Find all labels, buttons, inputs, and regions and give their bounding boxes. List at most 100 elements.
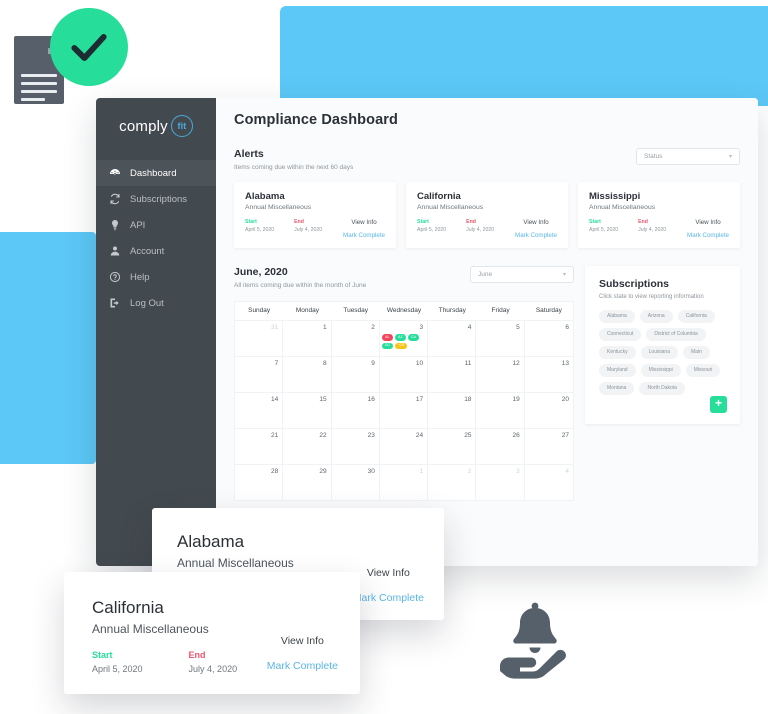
- calendar-day-cell[interactable]: 1: [283, 320, 332, 356]
- view-info-link[interactable]: View Info: [515, 219, 557, 226]
- subscription-state-chip[interactable]: Louisiana: [640, 346, 678, 359]
- calendar-day-cell[interactable]: 31: [235, 320, 284, 356]
- alert-card[interactable]: California Annual Miscellaneous Start April…: [406, 182, 568, 248]
- calendar-day-cell[interactable]: 14: [235, 392, 284, 428]
- calendar-day-cell[interactable]: 16: [331, 392, 380, 428]
- calendar-weekday-header: Sunday Monday Tuesday Wednesday Thursday Frid…: [235, 302, 573, 320]
- subscription-state-chip[interactable]: North Dakota: [639, 382, 685, 395]
- subscription-state-chip[interactable]: Missouri: [685, 364, 721, 377]
- sidebar-item-account[interactable]: Account: [96, 238, 216, 264]
- sidebar-item-label: Subscriptions: [130, 193, 188, 205]
- calendar-day-cell[interactable]: 2: [331, 320, 380, 356]
- calendar-day-cell[interactable]: 29: [283, 464, 332, 500]
- status-filter-dropdown[interactable]: Status ▾: [636, 148, 740, 165]
- calendar-day-cell[interactable]: 5: [476, 320, 525, 356]
- calendar-heading-group: June, 2020 All items coming due within t…: [234, 266, 366, 289]
- subscription-state-chip[interactable]: Main: [682, 346, 710, 359]
- sidebar-item-label: Help: [130, 271, 150, 283]
- subscription-state-chip[interactable]: Kentucky: [599, 346, 636, 359]
- view-info-link[interactable]: View Info: [687, 219, 729, 226]
- calendar-week-row: 21 22 23 24 25 26 27: [235, 428, 573, 464]
- calendar-day-number: 7: [274, 360, 279, 367]
- calendar-day-cell[interactable]: 8: [283, 356, 332, 392]
- calendar-weekday: Monday: [295, 307, 319, 314]
- calendar-day-cell[interactable]: 24: [379, 428, 429, 464]
- calendar-day-cell[interactable]: 12: [476, 356, 525, 392]
- start-date-value: April 5, 2020: [417, 227, 447, 233]
- view-info-link[interactable]: View Info: [267, 635, 338, 647]
- start-date-col: Start April 5, 2020: [589, 219, 618, 233]
- sidebar-item-logout[interactable]: Log Out: [96, 290, 216, 316]
- subscription-state-chip[interactable]: District of Columbia: [646, 328, 706, 341]
- calendar-day-cell[interactable]: 25: [428, 428, 477, 464]
- sidebar-item-dashboard[interactable]: Dashboard: [96, 160, 216, 186]
- calendar-day-number: 12: [512, 360, 520, 367]
- calendar-day-number: 10: [415, 360, 424, 367]
- view-info-link[interactable]: View Info: [353, 567, 424, 579]
- sidebar-item-api[interactable]: API: [96, 212, 216, 238]
- calendar-day-cell[interactable]: 19: [476, 392, 525, 428]
- calendar-day-cell[interactable]: 6: [524, 320, 573, 356]
- calendar-state-badge[interactable]: +25: [395, 342, 408, 350]
- app-logo[interactable]: comply fit: [96, 98, 216, 154]
- alert-card[interactable]: Mississippi Annual Miscellaneous Start Apri…: [578, 182, 740, 248]
- mark-complete-link[interactable]: Mark Complete: [353, 592, 424, 604]
- subscription-state-chip[interactable]: Mississippi: [640, 364, 681, 377]
- sidebar-item-help[interactable]: Help: [96, 264, 216, 290]
- subscription-state-chip[interactable]: Montana: [599, 382, 635, 395]
- start-date-value: April 5, 2020: [245, 227, 275, 233]
- calendar-day-cell[interactable]: 1: [379, 464, 429, 500]
- month-filter-dropdown[interactable]: June ▾: [470, 266, 574, 283]
- calendar-day-cell[interactable]: 23: [331, 428, 380, 464]
- calendar-state-badge[interactable]: AZ: [394, 334, 406, 341]
- chevron-down-icon: ▾: [728, 154, 732, 160]
- add-subscription-button[interactable]: +: [710, 396, 727, 413]
- calendar-day-cell[interactable]: 20: [524, 392, 573, 428]
- calendar-day-cell[interactable]: 13: [524, 356, 573, 392]
- subscription-state-chip[interactable]: Alabama: [599, 310, 635, 323]
- calendar-day-cell[interactable]: 17: [379, 392, 429, 428]
- calendar-day-cell[interactable]: 4: [428, 320, 477, 356]
- calendar-day-cell[interactable]: 3: [476, 464, 525, 500]
- calendar-day-cell[interactable]: 4: [524, 464, 573, 500]
- popup-end-date-col: End July 4, 2020: [189, 650, 238, 674]
- calendar-day-cell[interactable]: 15: [283, 392, 332, 428]
- calendar-day-cell[interactable]: 22: [283, 428, 332, 464]
- calendar-day-cell[interactable]: 30: [331, 464, 380, 500]
- calendar-day-cell[interactable]: 10: [379, 356, 429, 392]
- subscription-state-chip[interactable]: Maryland: [599, 364, 636, 377]
- calendar-state-badge[interactable]: DC: [381, 342, 394, 350]
- calendar-day-cell[interactable]: 11: [428, 356, 477, 392]
- subscription-state-chip[interactable]: Connecticut: [599, 328, 642, 341]
- calendar-day-number: 26: [512, 432, 520, 439]
- calendar-day-cell[interactable]: 3 AL AZ CA DC +25: [379, 320, 429, 356]
- mark-complete-link[interactable]: Mark Complete: [687, 232, 729, 239]
- end-date-value: July 4, 2020: [294, 227, 323, 233]
- popup-card-california[interactable]: California Annual Miscellaneous Start Ap…: [64, 572, 360, 694]
- view-info-link[interactable]: View Info: [343, 219, 385, 226]
- calendar-day-cell[interactable]: 28: [235, 464, 284, 500]
- mark-complete-link[interactable]: Mark Complete: [343, 232, 385, 239]
- calendar-day-cell[interactable]: 2: [428, 464, 477, 500]
- alert-card[interactable]: Alabama Annual Miscellaneous Start April 5,…: [234, 182, 396, 248]
- sidebar-item-subscriptions[interactable]: Subscriptions: [96, 186, 216, 212]
- calendar-day-number: 23: [367, 432, 375, 439]
- calendar-day-cell[interactable]: 7: [235, 356, 284, 392]
- calendar-day-cell[interactable]: 9: [331, 356, 380, 392]
- calendar-day-cell[interactable]: 26: [476, 428, 525, 464]
- calendar-state-badge[interactable]: CA: [407, 334, 419, 341]
- calendar-day-number: 27: [561, 432, 569, 439]
- end-label: End: [466, 219, 476, 225]
- subscription-state-chip[interactable]: Arizona: [639, 310, 673, 323]
- subscription-state-chip[interactable]: California: [677, 310, 715, 323]
- calendar-day-cell[interactable]: 27: [524, 428, 573, 464]
- mark-complete-link[interactable]: Mark Complete: [515, 232, 557, 239]
- mark-complete-link[interactable]: Mark Complete: [267, 660, 338, 672]
- decorative-blue-block-left: [0, 232, 96, 464]
- status-filter-value: Status: [644, 153, 663, 160]
- alert-state-name: Alabama: [245, 191, 285, 202]
- calendar-state-badge[interactable]: AL: [381, 334, 393, 341]
- calendar-day-cell[interactable]: 18: [428, 392, 477, 428]
- calendar-day-number: 2: [467, 468, 472, 475]
- calendar-day-cell[interactable]: 21: [235, 428, 284, 464]
